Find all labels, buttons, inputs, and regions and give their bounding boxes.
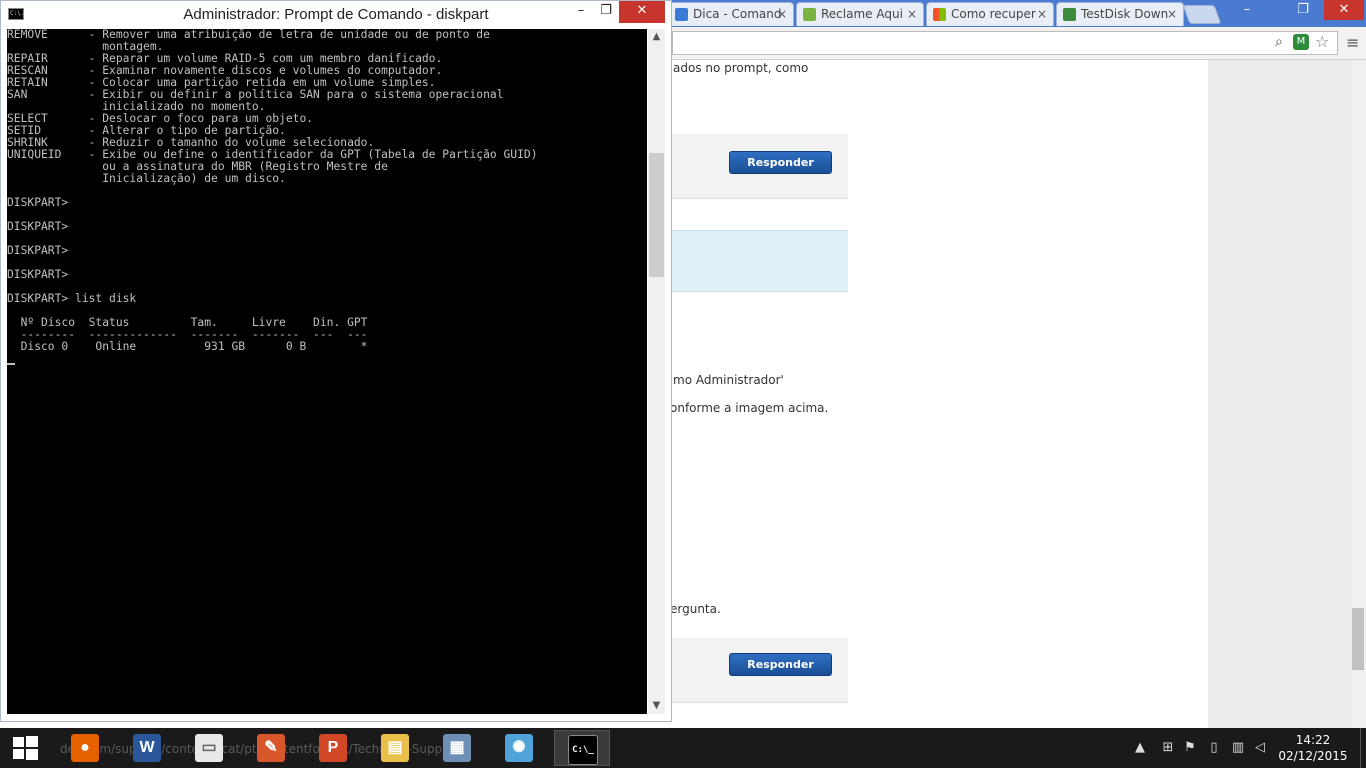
power-icon[interactable]: ▯ [1206, 740, 1222, 756]
desktop: Dica - Comand × Reclame Aqui × Como recu… [0, 0, 1366, 768]
firefox-icon: ● [71, 734, 99, 762]
scroll-down-arrow-icon[interactable]: ▼ [648, 700, 665, 711]
zoom-icon[interactable]: ⌕ [1275, 34, 1283, 50]
calculator-icon: ▦ [443, 734, 471, 762]
console-output[interactable]: REMOVE - Remover uma atribuição de letra… [7, 29, 647, 714]
network-icon[interactable]: ▥ [1230, 740, 1246, 756]
page-sidebar [1208, 60, 1352, 728]
taskbar-word-button[interactable]: W [120, 730, 176, 766]
browser-tab-reclame-aqui[interactable]: Reclame Aqui × [796, 2, 924, 26]
cmd-minimize-button[interactable]: – [567, 1, 595, 23]
action-center-icon[interactable]: ⊞ [1160, 740, 1176, 756]
cmd-close-button[interactable]: ✕ [619, 1, 665, 23]
system-tray: ▲ ⊞ ⚑ ▯ ▥ ◁ [1130, 728, 1270, 768]
tab-title: Como recuper [951, 7, 1036, 21]
post-text-fragment: ergunta. [670, 602, 721, 616]
chrome-menu-icon[interactable]: ≡ [1346, 33, 1359, 52]
close-icon[interactable]: × [907, 3, 917, 25]
volume-icon[interactable]: ◁ [1252, 740, 1268, 756]
cmd-title-bar[interactable]: C:\. Administrador: Prompt de Comando - … [1, 1, 671, 28]
text-cursor [7, 363, 15, 365]
page-scrollbar-thumb[interactable] [1352, 608, 1364, 670]
cmd-maximize-button[interactable]: ❐ [593, 1, 619, 23]
taskbar-cmd-button[interactable]: C:\_ [554, 730, 610, 766]
taskbar-clock[interactable]: 14:22 02/12/2015 [1272, 732, 1354, 764]
show-hidden-icons-icon[interactable]: ▲ [1132, 740, 1148, 756]
console-text: REMOVE - Remover uma atribuição de letra… [7, 29, 538, 353]
flag-icon[interactable]: ⚑ [1182, 740, 1198, 756]
post-text-fragment: ados no prompt, como [673, 61, 809, 75]
close-icon[interactable]: × [777, 3, 787, 25]
explorer-icon: ▤ [381, 734, 409, 762]
taskbar-notepad-button[interactable]: ▭ [182, 730, 238, 766]
browser-tab-como-recuperar[interactable]: Como recuper × [926, 2, 1054, 26]
powerpoint-icon: P [319, 734, 347, 762]
microsoft-favicon-icon [933, 8, 946, 21]
post-text-fragment: onforme a imagem acima. [670, 401, 829, 415]
cmd-icon: C:\_ [568, 735, 598, 765]
tab-title: Dica - Comand [693, 7, 782, 21]
responder-button[interactable]: Responder [729, 653, 832, 676]
browser-close-button[interactable]: ✕ [1324, 0, 1364, 20]
cmd-scrollbar[interactable] [648, 29, 665, 714]
clock-date: 02/12/2015 [1278, 749, 1348, 763]
address-bar[interactable]: ⌕ M ☆ [672, 31, 1338, 55]
taskbar-paint-button[interactable]: ✺ [492, 730, 548, 766]
paint-icon: ✺ [505, 734, 533, 762]
bookmark-star-icon[interactable]: ☆ [1315, 32, 1329, 51]
taskbar-powerpoint-button[interactable]: P [306, 730, 362, 766]
cmd-scrollbar-thumb[interactable] [649, 153, 664, 277]
reclame-aqui-favicon-icon [803, 8, 816, 21]
browser-minimize-button[interactable]: – [1232, 0, 1262, 20]
taskbar-firefox-button[interactable]: ● [58, 730, 114, 766]
tab-title: TestDisk Down [1081, 7, 1169, 21]
taskbar-paint-app-button[interactable]: ✎ [244, 730, 300, 766]
start-button[interactable] [0, 728, 50, 768]
paint-app-icon: ✎ [257, 734, 285, 762]
close-icon[interactable]: × [1037, 3, 1047, 25]
close-icon[interactable]: × [1167, 3, 1177, 25]
scroll-up-arrow-icon[interactable]: ▲ [648, 31, 665, 42]
new-tab-button[interactable] [1182, 5, 1222, 24]
testdisk-favicon-icon [1063, 8, 1076, 21]
windows-logo-icon [13, 736, 38, 760]
browser-tab-testdisk[interactable]: TestDisk Down × [1056, 2, 1184, 26]
notepad-icon: ▭ [195, 734, 223, 762]
chrome-favicon-icon [675, 8, 688, 21]
command-prompt-window[interactable]: C:\. Administrador: Prompt de Comando - … [0, 0, 672, 722]
clock-time: 14:22 [1295, 733, 1331, 747]
browser-tab-dica[interactable]: Dica - Comand × [668, 2, 794, 26]
taskbar-calculator-button[interactable]: ▦ [430, 730, 486, 766]
responder-button[interactable]: Responder [729, 151, 832, 174]
word-icon: W [133, 734, 161, 762]
taskbar-explorer-button[interactable]: ▤ [368, 730, 424, 766]
tab-title: Reclame Aqui [821, 7, 903, 21]
browser-maximize-button[interactable]: ❐ [1288, 0, 1318, 20]
post-text-fragment: mo Administrador' [673, 373, 784, 387]
show-desktop-button[interactable] [1360, 728, 1366, 768]
extension-shield-icon[interactable]: M [1293, 34, 1309, 50]
taskbar: dell.com/support/contents/cat/pt/Content… [0, 728, 1366, 768]
